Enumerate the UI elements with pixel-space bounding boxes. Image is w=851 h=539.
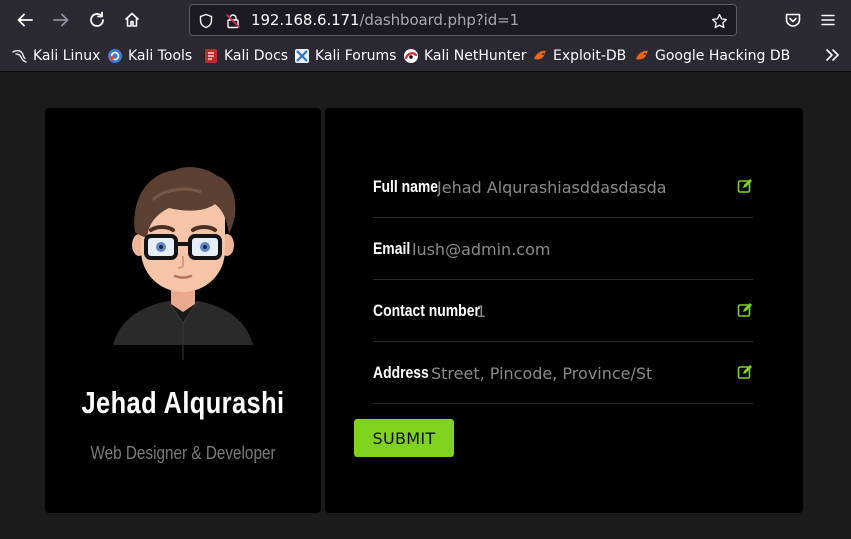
- reload-button[interactable]: [83, 6, 111, 34]
- browser-toolbar: 192.168.6.171/dashboard.php?id=1: [0, 0, 851, 40]
- kali-dragon-icon: [12, 48, 28, 64]
- edit-icon[interactable]: [737, 302, 753, 318]
- bookmark-google-hacking-db[interactable]: Google Hacking DB: [634, 47, 790, 65]
- bookmarks-toolbar: Kali Linux Kali Tools Kali Docs Kali For…: [0, 40, 851, 72]
- menu-button[interactable]: [814, 6, 842, 34]
- bookmark-star-icon[interactable]: [710, 12, 728, 30]
- bookmark-kali-nethunter[interactable]: Kali NetHunter: [403, 47, 526, 65]
- submit-button[interactable]: SUBMIT: [354, 419, 454, 457]
- pocket-button[interactable]: [779, 6, 807, 34]
- double-chevron-right-icon: [826, 49, 839, 61]
- bookmark-kali-docs[interactable]: Kali Docs: [203, 47, 288, 65]
- bookmark-label: Kali Linux: [33, 48, 101, 64]
- full-name-label: Full name: [373, 177, 439, 196]
- pocket-icon: [785, 13, 801, 27]
- url-text: 192.168.6.171/dashboard.php?id=1: [251, 11, 519, 29]
- url-path: /dashboard.php?id=1: [359, 11, 520, 29]
- avatar: [113, 167, 253, 360]
- field-row-address: Address: [373, 342, 753, 404]
- profile-card: Jehad Alqurashi Web Designer & Developer: [45, 108, 321, 513]
- field-row-email: Email: [373, 218, 753, 280]
- contact-number-input[interactable]: [476, 298, 676, 324]
- profile-form-card: Full name Email Contact number Address S…: [325, 108, 803, 513]
- bookmarks-overflow-button[interactable]: [821, 44, 843, 66]
- hamburger-menu-icon: [821, 14, 835, 26]
- kali-docs-icon: [203, 48, 219, 64]
- bookmark-label: Kali Tools: [128, 48, 193, 64]
- insecure-lock-icon[interactable]: [224, 12, 242, 30]
- reload-icon: [90, 11, 104, 27]
- field-row-contact-number: Contact number: [373, 280, 753, 342]
- arrow-left-icon: [17, 13, 33, 27]
- profile-name: Jehad Alqurashi: [81, 385, 285, 420]
- url-host: 192.168.6.171: [251, 11, 360, 29]
- email-label: Email: [373, 239, 411, 258]
- bookmark-label: Google Hacking DB: [655, 48, 791, 64]
- kali-forums-icon: [294, 48, 310, 64]
- home-icon: [124, 12, 140, 27]
- address-label: Address: [373, 363, 429, 382]
- bookmark-kali-linux[interactable]: Kali Linux: [12, 47, 100, 65]
- page-content: Jehad Alqurashi Web Designer & Developer…: [0, 73, 851, 539]
- forward-button[interactable]: [47, 6, 75, 34]
- field-row-full-name: Full name: [373, 156, 753, 218]
- edit-icon[interactable]: [737, 178, 753, 194]
- contact-number-label: Contact number: [373, 301, 480, 320]
- nethunter-icon: [403, 48, 419, 64]
- profile-role: Web Designer & Developer: [90, 443, 276, 463]
- bookmark-exploit-db[interactable]: Exploit-DB: [532, 47, 626, 65]
- address-input[interactable]: [431, 360, 653, 386]
- bookmark-label: Kali Docs: [224, 48, 289, 64]
- bookmark-kali-forums[interactable]: Kali Forums: [294, 47, 396, 65]
- edit-icon[interactable]: [737, 364, 753, 380]
- back-button[interactable]: [11, 6, 39, 34]
- bookmark-label: Kali Forums: [315, 48, 397, 64]
- arrow-right-icon: [53, 13, 69, 27]
- bookmark-kali-tools[interactable]: Kali Tools: [107, 47, 192, 65]
- tracking-shield-icon[interactable]: [197, 12, 215, 30]
- home-button[interactable]: [118, 6, 146, 34]
- ghdb-icon: [634, 48, 650, 64]
- exploit-db-icon: [532, 48, 548, 64]
- bookmark-label: Exploit-DB: [553, 48, 627, 64]
- bookmark-label: Kali NetHunter: [424, 48, 527, 64]
- address-bar[interactable]: 192.168.6.171/dashboard.php?id=1: [189, 4, 737, 36]
- full-name-input[interactable]: [437, 174, 667, 200]
- email-input[interactable]: [412, 236, 642, 262]
- kali-tools-icon: [107, 48, 123, 64]
